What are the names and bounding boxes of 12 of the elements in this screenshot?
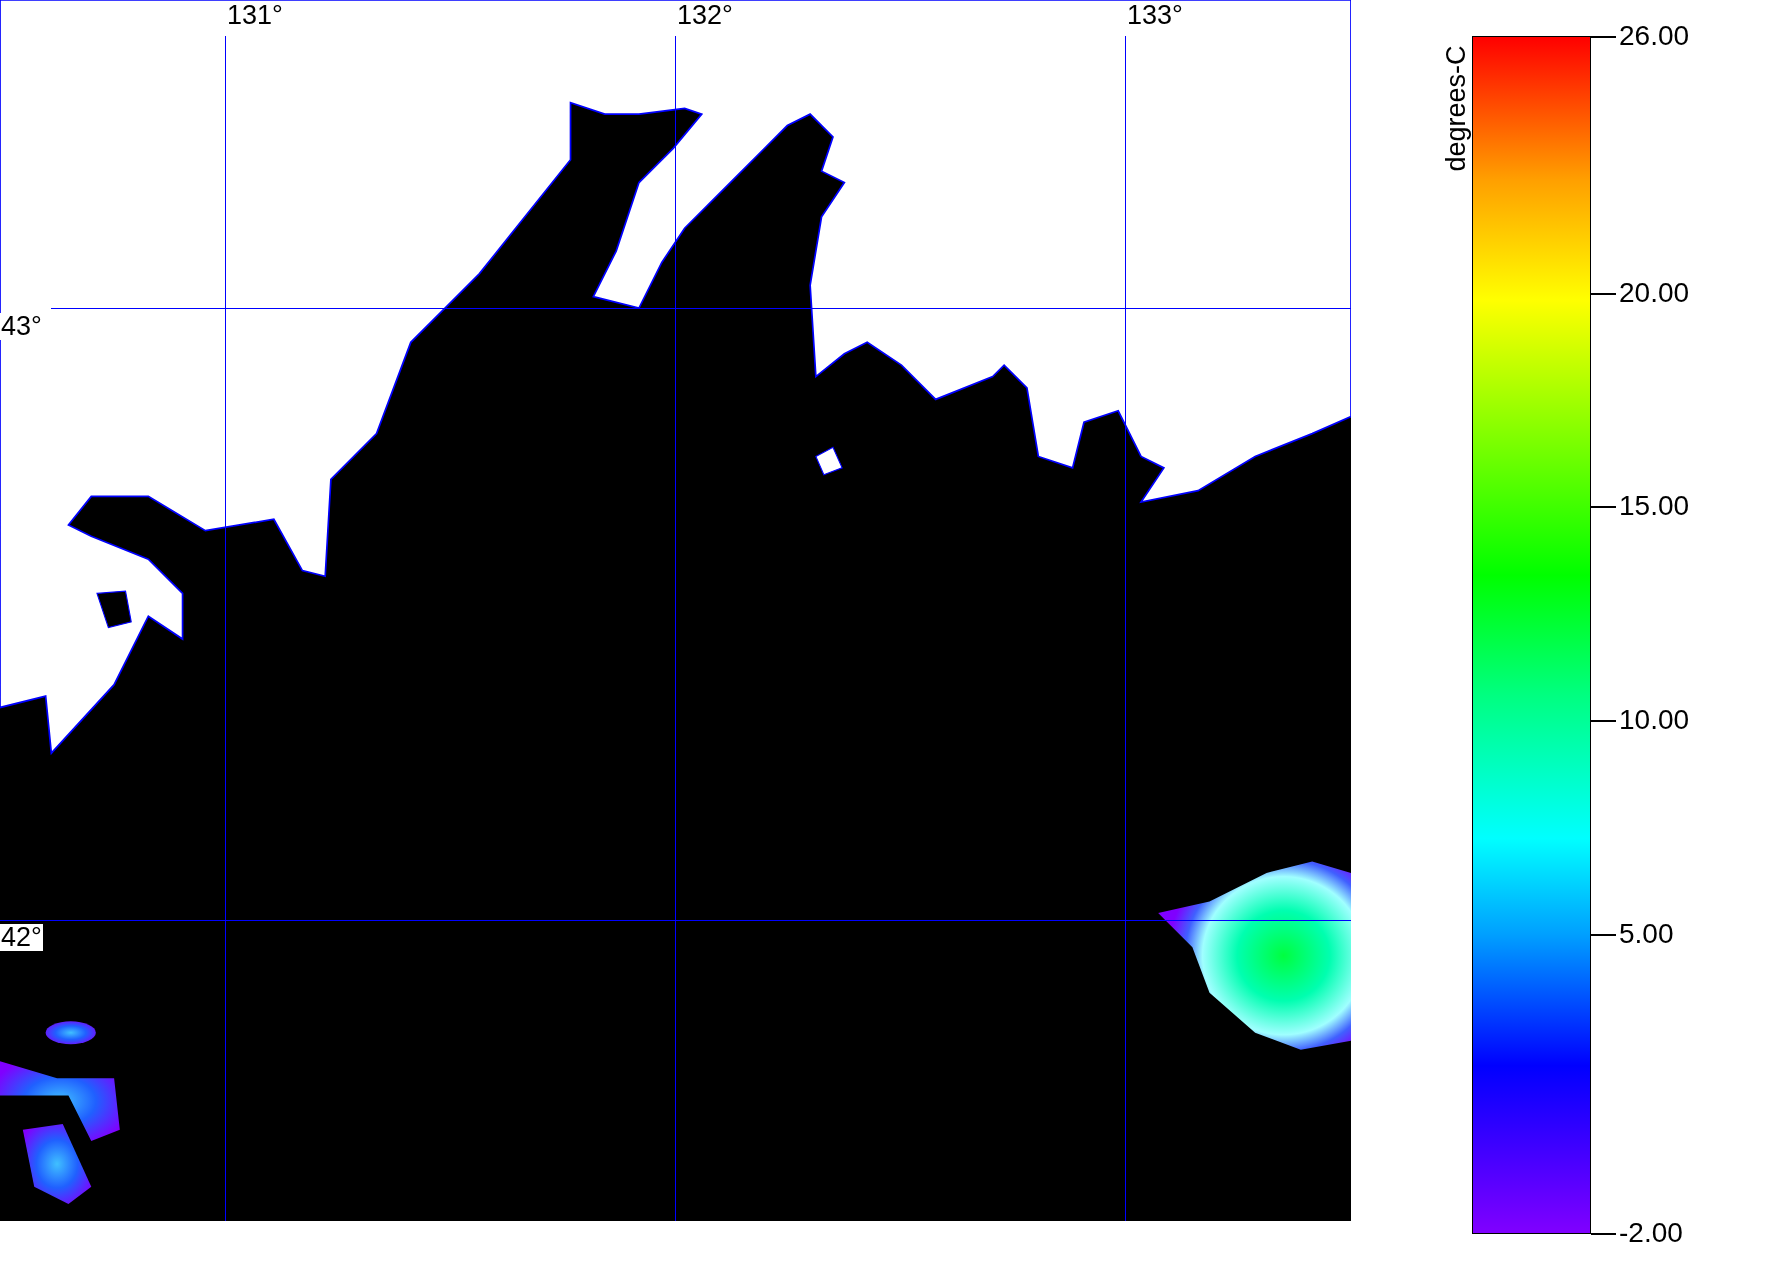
color-scale-tick-label: 10.00 — [1619, 706, 1690, 734]
color-scale-tick-label: 5.00 — [1619, 920, 1674, 948]
color-scale-title: degrees-C — [1442, 44, 1470, 174]
latitude-label: 43° — [0, 313, 43, 340]
color-scale-tick-label: 20.00 — [1619, 279, 1690, 307]
latitude-label: 42° — [0, 924, 43, 951]
color-scale-tick-label: 26.00 — [1619, 22, 1690, 50]
color-scale-tick-label: -2.00 — [1619, 1219, 1683, 1247]
longitude-label: 131° — [227, 2, 283, 29]
longitude-label: 133° — [1127, 2, 1183, 29]
longitude-label: 132° — [677, 2, 733, 29]
color-scale-tick-label: 15.00 — [1619, 492, 1690, 520]
